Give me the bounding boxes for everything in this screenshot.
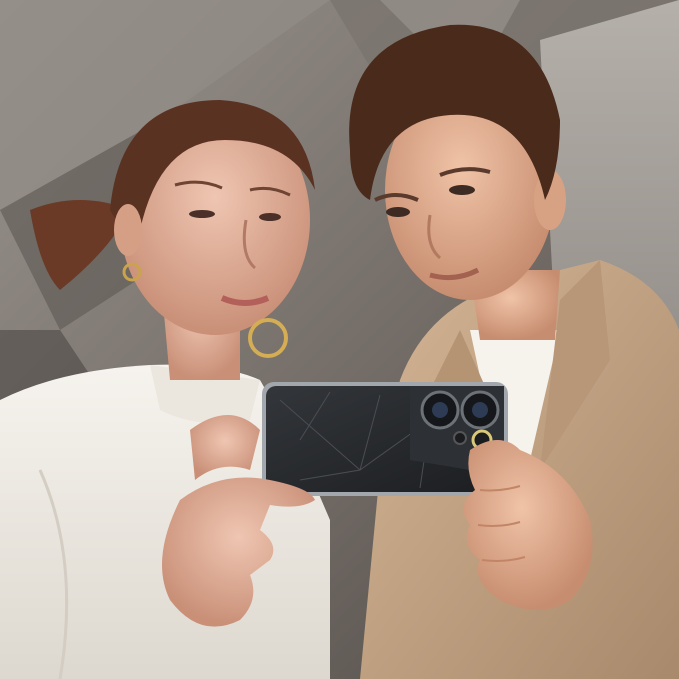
camera-lens-icon <box>460 390 500 430</box>
camera-lens-icon <box>420 390 460 430</box>
photo-scene <box>0 0 679 679</box>
